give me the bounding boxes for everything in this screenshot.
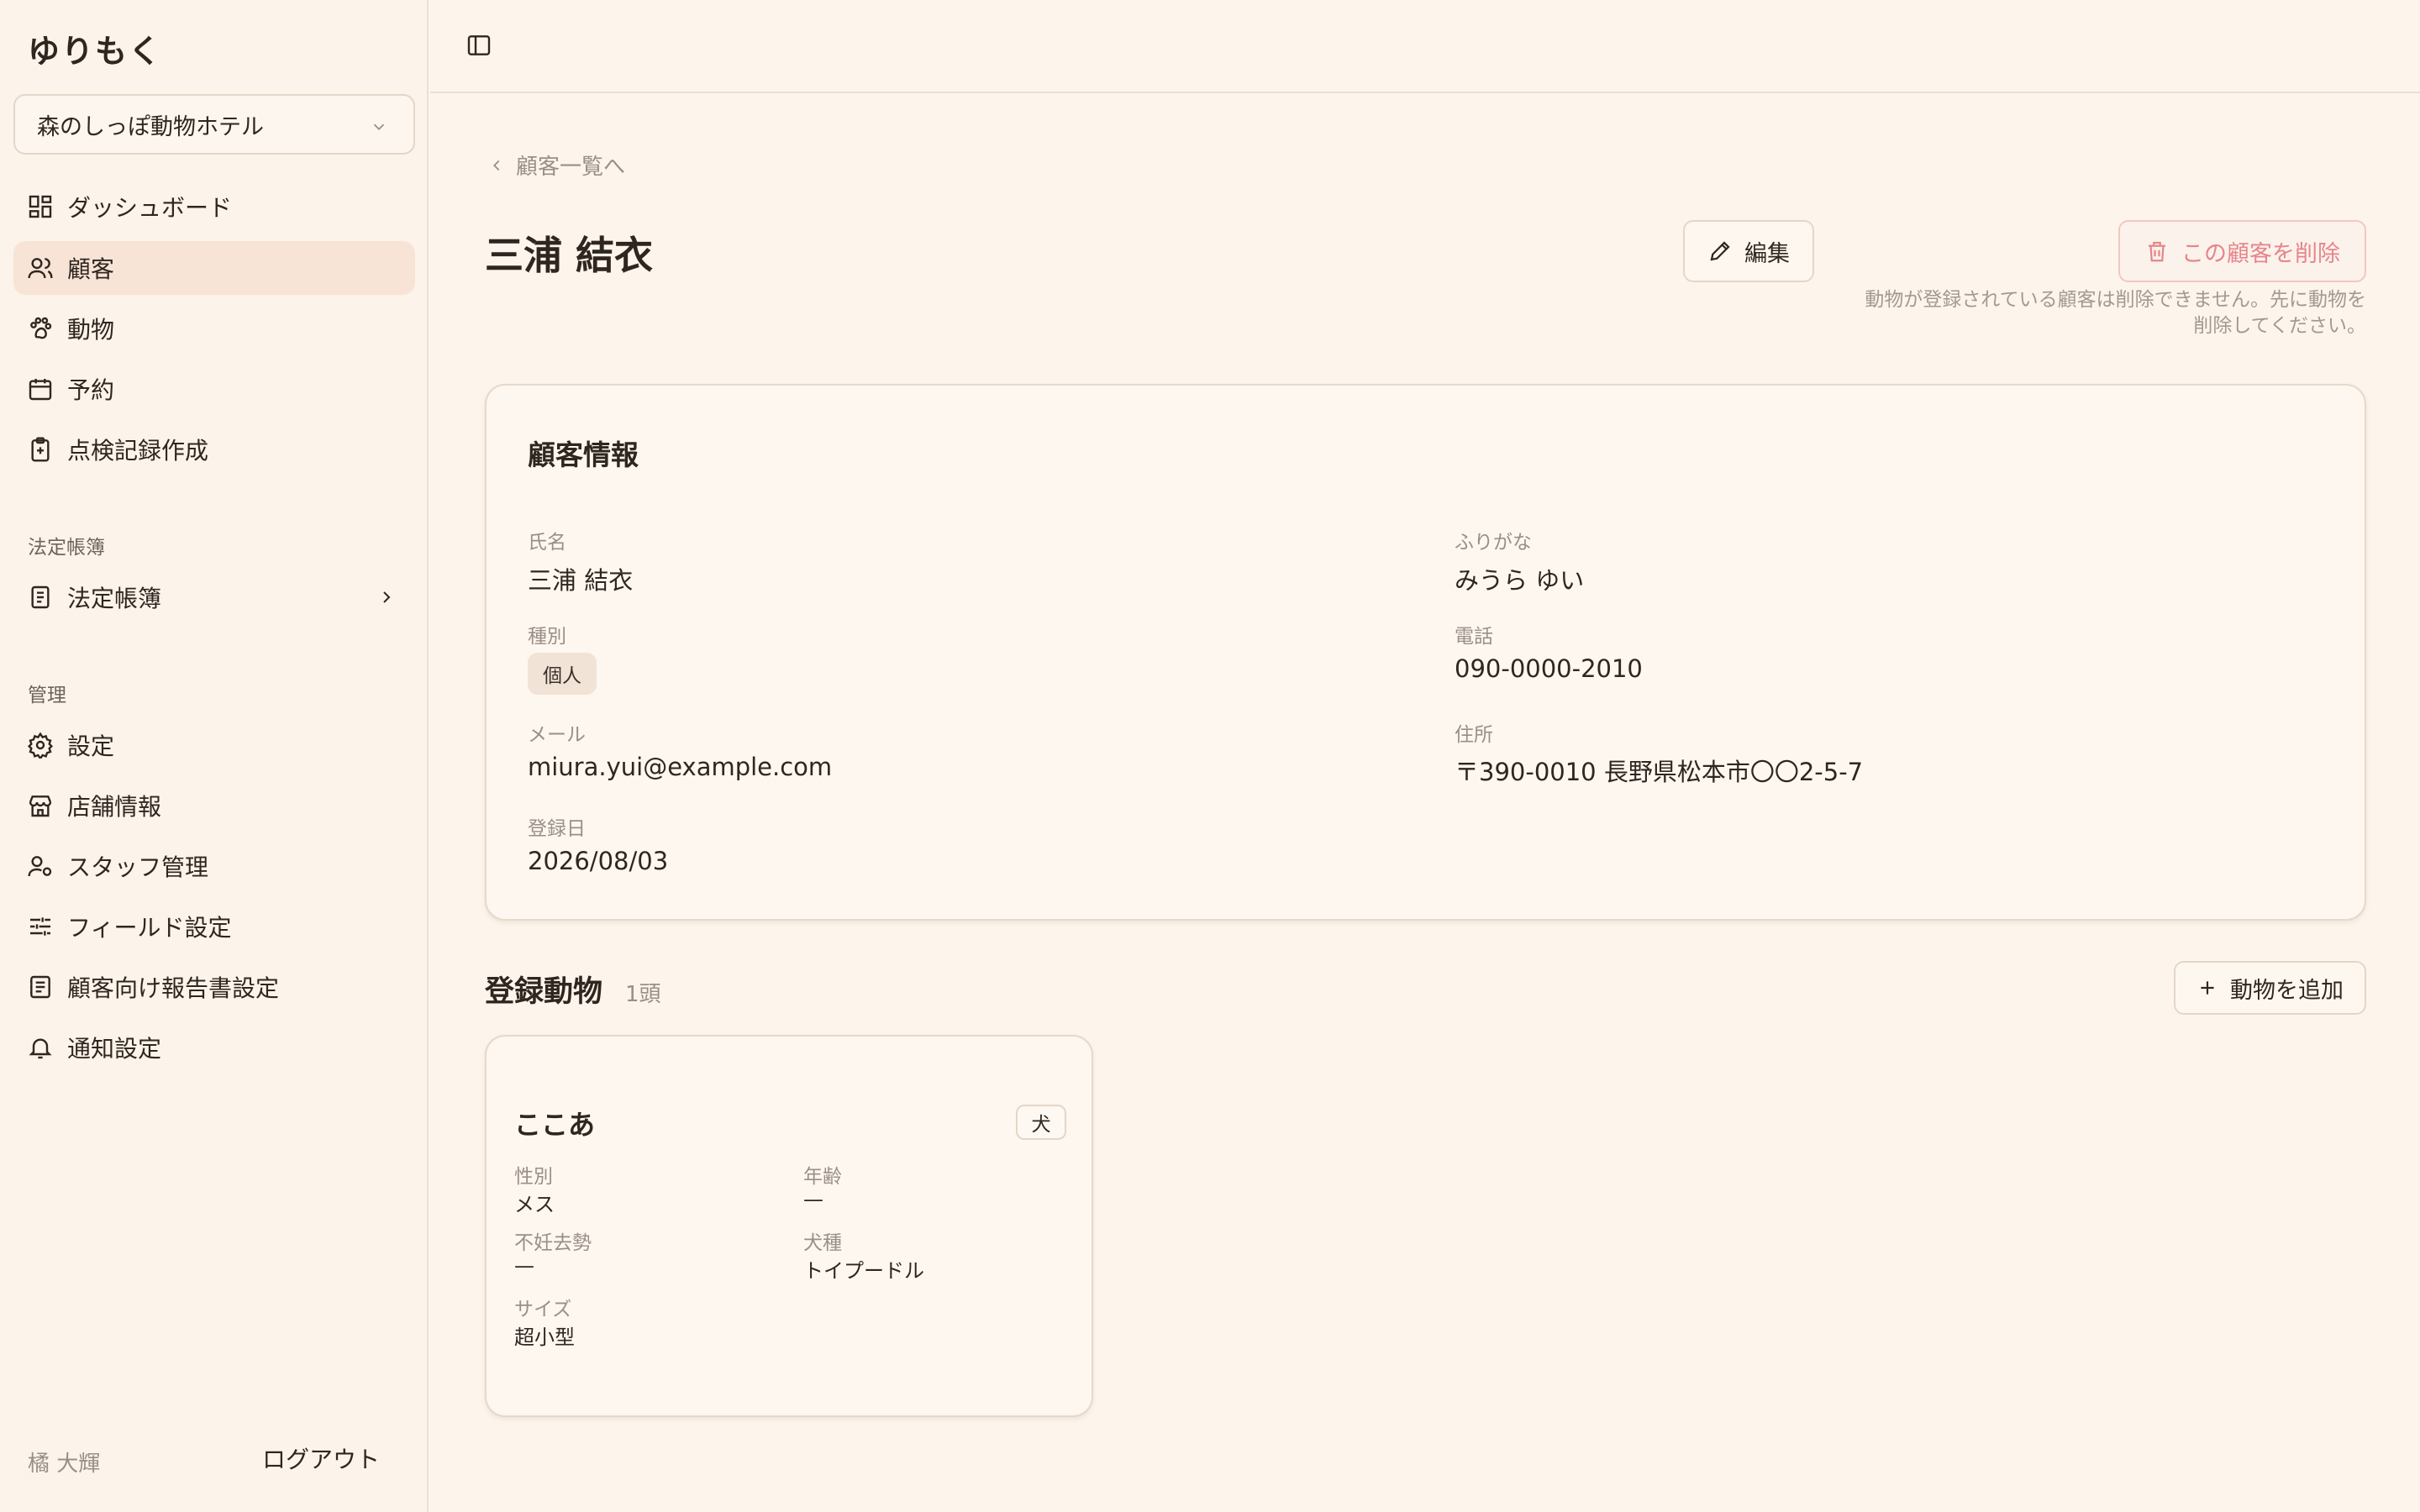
- sidebar-item-label: 通知設定: [67, 1035, 162, 1063]
- edit-button-label: 編集: [1744, 240, 1790, 267]
- sidebar-item-reservations[interactable]: 予約: [13, 362, 415, 416]
- sidebar-item-label: 顧客向け報告書設定: [67, 974, 280, 1002]
- sidebar-item-report-settings[interactable]: 顧客向け報告書設定: [13, 960, 415, 1014]
- breadcrumb-label: 顧客一覧へ: [516, 155, 626, 180]
- staff-icon: [27, 853, 54, 879]
- sidebar-item-dashboard[interactable]: ダッシュボード: [13, 180, 415, 234]
- clipboard-plus-icon: [27, 436, 54, 463]
- sidebar-item-label: 動物: [67, 316, 115, 344]
- current-user-name: 橘 大輝: [28, 1452, 101, 1477]
- section-label-admin: 管理: [28, 685, 66, 706]
- delete-note-line: 動物が登録されている顧客は削除できません。先に動物を: [1865, 289, 2366, 311]
- sidebar-item-staff[interactable]: スタッフ管理: [13, 839, 415, 893]
- edit-button[interactable]: 編集: [1683, 220, 1814, 282]
- sidebar-item-inspection[interactable]: 点検記録作成: [13, 423, 415, 476]
- sidebar-item-label: フィールド設定: [67, 914, 232, 942]
- field-label-name: 氏名: [528, 532, 566, 554]
- delete-customer-button[interactable]: この顧客を削除: [2118, 220, 2366, 282]
- customer-type-badge: 個人: [528, 653, 597, 695]
- delete-disabled-note: 動物が登録されている顧客は削除できません。先に動物を 削除してください。: [1807, 287, 2366, 339]
- bell-icon: [27, 1034, 54, 1061]
- animal-value-sex: メス: [514, 1193, 555, 1216]
- sidebar-item-field-settings[interactable]: フィールド設定: [13, 900, 415, 953]
- dashboard-icon: [27, 193, 54, 220]
- field-value-name: 三浦 結衣: [528, 566, 634, 595]
- animals-count: 1頭: [625, 982, 661, 1007]
- chevron-down-icon: [370, 118, 388, 136]
- sidebar-item-label: ダッシュボード: [67, 194, 233, 222]
- delete-note-line: 削除してください。: [2193, 315, 2366, 337]
- field-label-address: 住所: [1455, 724, 1493, 746]
- animal-value-age: —: [803, 1188, 823, 1211]
- sidebar-item-settings[interactable]: 設定: [13, 718, 415, 772]
- sidebar-item-label: 点検記録作成: [67, 437, 209, 465]
- animal-label-sex: 性別: [514, 1166, 553, 1188]
- sidebar-item-label: 店舗情報: [67, 793, 162, 821]
- card-title: 顧客情報: [528, 438, 639, 471]
- sidebar-item-animals[interactable]: 動物: [13, 302, 415, 355]
- animal-value-size: 超小型: [514, 1326, 575, 1349]
- chevron-right-icon: [376, 587, 397, 607]
- store-select-value: 森のしっぽ動物ホテル: [37, 113, 264, 140]
- sliders-icon: [27, 913, 54, 940]
- users-icon: [27, 255, 54, 281]
- sidebar-item-notifications[interactable]: 通知設定: [13, 1021, 415, 1074]
- field-value-email: miura.yui@example.com: [528, 753, 833, 781]
- field-label-type: 種別: [528, 626, 566, 648]
- field-label-kana: ふりがな: [1455, 532, 1532, 554]
- section-label-ledger: 法定帳簿: [28, 537, 105, 559]
- field-value-phone: 090-0000-2010: [1455, 654, 1643, 683]
- top-bar: [430, 0, 2420, 93]
- field-value-registered: 2026/08/03: [528, 847, 669, 875]
- field-label-email: メール: [528, 724, 586, 746]
- customer-info-card: 顧客情報 氏名 三浦 結衣 ふりがな みうら ゆい 種別 個人 電話 090-0…: [485, 384, 2366, 921]
- book-icon: [27, 584, 54, 611]
- delete-button-label: この顧客を削除: [2181, 240, 2340, 267]
- paw-icon: [27, 315, 54, 342]
- animal-card[interactable]: ここあ 犬 性別 メス 年齢 — 不妊去勢 — 犬種 トイプードル サイズ 超小…: [485, 1035, 1093, 1417]
- animal-value-breed: トイプードル: [803, 1259, 924, 1283]
- trash-icon: [2144, 239, 2181, 264]
- sidebar-item-label: 設定: [67, 732, 115, 760]
- store-icon: [27, 792, 54, 819]
- animal-label-neuter: 不妊去勢: [514, 1232, 592, 1254]
- animal-label-breed: 犬種: [803, 1232, 842, 1254]
- chevron-left-icon: [487, 156, 516, 175]
- page-title: 三浦 結衣: [485, 233, 654, 278]
- logout-button[interactable]: ログアウト: [262, 1441, 380, 1475]
- field-label-phone: 電話: [1455, 626, 1493, 648]
- report-icon: [27, 974, 54, 1000]
- animals-section-title: 登録動物: [485, 975, 603, 1009]
- sidebar-item-customers[interactable]: 顧客: [13, 241, 415, 295]
- species-badge: 犬: [1016, 1105, 1066, 1140]
- animal-label-size: サイズ: [514, 1299, 572, 1320]
- plus-icon: [2196, 977, 2230, 999]
- back-to-customers-link[interactable]: 顧客一覧へ: [487, 150, 625, 181]
- sidebar-toggle-icon[interactable]: [466, 32, 492, 59]
- add-animal-label: 動物を追加: [2230, 977, 2344, 1004]
- animal-value-neuter: —: [514, 1254, 534, 1278]
- sidebar-item-label: 法定帳簿: [67, 585, 162, 612]
- field-label-registered: 登録日: [528, 818, 586, 840]
- pencil-icon: [1707, 239, 1744, 264]
- sidebar-item-ledger[interactable]: 法定帳簿: [13, 570, 415, 624]
- gear-icon: [27, 732, 54, 759]
- field-value-address: 〒390-0010 長野県松本市〇〇2-5-7: [1455, 758, 1864, 786]
- animal-name: ここあ: [514, 1109, 596, 1141]
- field-value-kana: みうら ゆい: [1455, 566, 1585, 595]
- sidebar-item-label: スタッフ管理: [67, 853, 209, 881]
- sidebar-item-label: 予約: [67, 376, 115, 404]
- sidebar-item-store-info[interactable]: 店舗情報: [13, 779, 415, 832]
- app-logo[interactable]: ゆりもく: [28, 25, 162, 71]
- add-animal-button[interactable]: 動物を追加: [2174, 961, 2366, 1015]
- sidebar: ゆりもく 森のしっぽ動物ホテル ダッシュボード 顧客 動物 予約 点検記録作成 …: [0, 0, 429, 1512]
- calendar-icon: [27, 375, 54, 402]
- sidebar-item-label: 顧客: [67, 255, 115, 283]
- store-select[interactable]: 森のしっぽ動物ホテル: [13, 94, 415, 155]
- animal-label-age: 年齢: [803, 1166, 842, 1188]
